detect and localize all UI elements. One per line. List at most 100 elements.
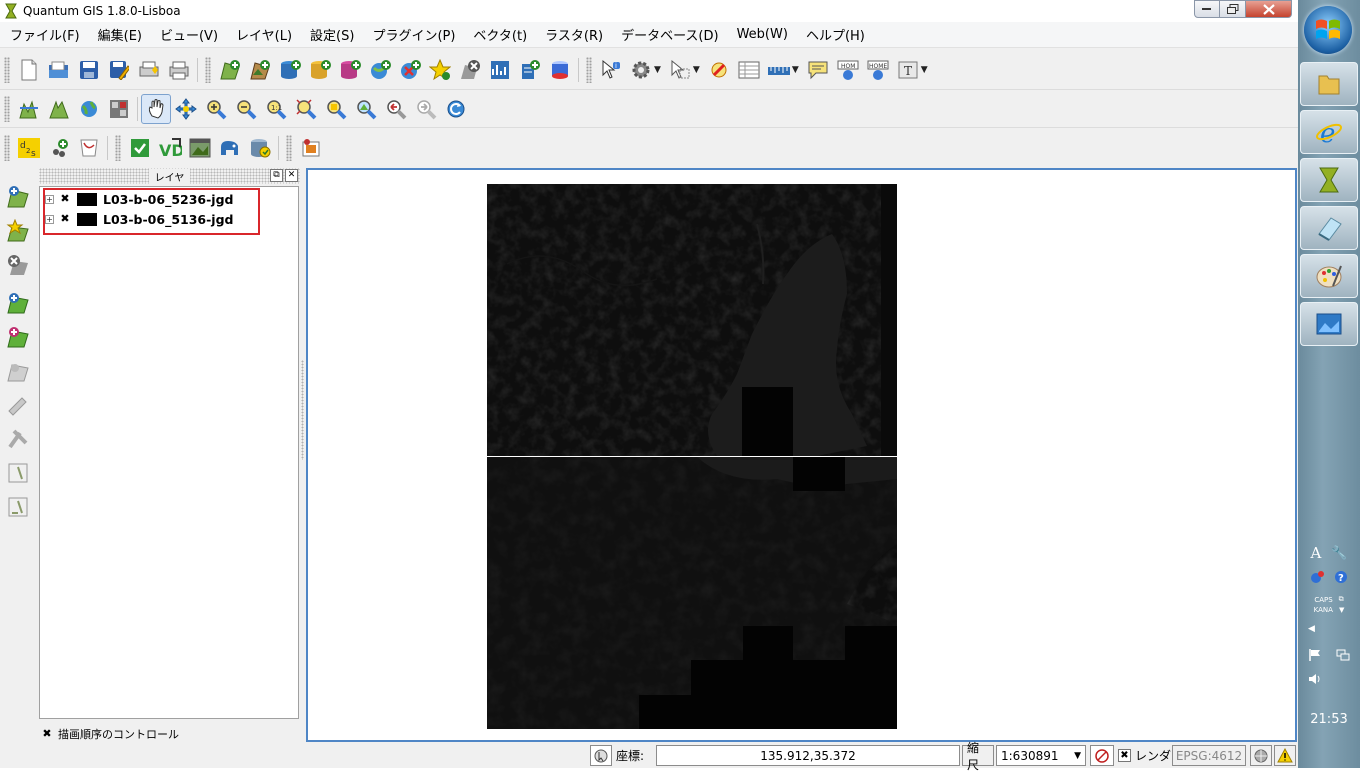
add-postgis-layer-icon[interactable]: [275, 55, 305, 85]
float-panel-button[interactable]: ⧉: [270, 169, 283, 182]
system-clock[interactable]: 21:53: [1298, 712, 1360, 727]
add-wms-layer-icon[interactable]: [365, 55, 395, 85]
menu-help[interactable]: ヘルプ(H): [796, 25, 873, 44]
menu-settings[interactable]: 設定(S): [300, 25, 362, 44]
wrench-icon[interactable]: 🔧: [1331, 546, 1347, 561]
new-bookmark-icon[interactable]: HOM: [833, 55, 863, 85]
draw-order-checkbox[interactable]: ✖: [41, 728, 53, 740]
pan-to-selection-icon[interactable]: [171, 94, 201, 124]
georeferencer-icon[interactable]: [74, 133, 104, 163]
add-gpx-layer-icon[interactable]: [485, 55, 515, 85]
zoom-in-icon[interactable]: [201, 94, 231, 124]
layer-list-disabled-icon[interactable]: [0, 456, 36, 490]
menu-plugins[interactable]: プラグイン(P): [362, 25, 463, 44]
draw-order-control[interactable]: ✖ 描画順序のコントロール: [41, 726, 179, 742]
menu-layer[interactable]: レイヤ(L): [226, 25, 300, 44]
tools-disabled-icon[interactable]: [0, 422, 36, 456]
remove-layer-icon[interactable]: [0, 248, 36, 282]
zoom-out-icon[interactable]: [231, 94, 261, 124]
coordinate-field[interactable]: 135.912,35.372: [656, 745, 960, 766]
add-spatialite-layer-icon[interactable]: [305, 55, 335, 85]
new-layer-star-icon[interactable]: [0, 214, 36, 248]
map-tips-icon[interactable]: [803, 55, 833, 85]
taskbar-paint[interactable]: [1300, 254, 1358, 298]
toolbar-grip[interactable]: [4, 135, 10, 161]
toolbar-grip[interactable]: [286, 135, 292, 161]
toggle-extents-button[interactable]: [590, 745, 612, 766]
new-print-composer-icon[interactable]: [134, 55, 164, 85]
zoom-to-layer-icon[interactable]: [351, 94, 381, 124]
layer-item[interactable]: + ✖ L03-b-06_5236-jgd: [45, 190, 234, 208]
add-wcs-layer-icon[interactable]: [395, 55, 425, 85]
vd-plugin-icon[interactable]: VD: [155, 133, 185, 163]
expand-icon[interactable]: +: [45, 194, 54, 204]
menu-raster[interactable]: ラスタ(R): [535, 25, 611, 44]
restore-icon[interactable]: ⧉: [1339, 595, 1344, 604]
show-hidden-icons-icon[interactable]: ◀: [1308, 624, 1315, 634]
chevron-down-icon[interactable]: ▼: [1339, 606, 1344, 614]
add-raster-layer-icon[interactable]: [0, 286, 36, 320]
expand-icon[interactable]: +: [45, 214, 54, 224]
print-icon[interactable]: [164, 55, 194, 85]
ime-indicator-icon[interactable]: [1310, 570, 1324, 587]
layer-name[interactable]: L03-b-06_5136-jgd: [103, 212, 234, 227]
text-annotation-icon[interactable]: T: [893, 55, 923, 85]
help-icon[interactable]: ?: [1334, 570, 1348, 587]
scale-combobox[interactable]: 1:630891 ▼: [996, 745, 1086, 766]
save-project-icon[interactable]: [74, 55, 104, 85]
select-features-icon[interactable]: [665, 55, 695, 85]
ime-mode-icon[interactable]: A: [1310, 544, 1321, 562]
start-button[interactable]: [1304, 6, 1352, 54]
zoom-actual-size-icon[interactable]: 1:1: [261, 94, 291, 124]
toolbar-grip[interactable]: [4, 95, 10, 122]
histogram-stretch-icon[interactable]: [14, 94, 44, 124]
import-vector-icon[interactable]: [125, 133, 155, 163]
edit-layer-disabled-icon[interactable]: [0, 388, 36, 422]
screenshot-plugin-icon[interactable]: [296, 133, 326, 163]
menu-vector[interactable]: ベクタ(t): [463, 25, 535, 44]
taskbar-photo-viewer[interactable]: [1300, 302, 1358, 346]
add-point-layer-icon[interactable]: [44, 133, 74, 163]
add-vector-layer-icon[interactable]: [215, 55, 245, 85]
close-button[interactable]: [1246, 0, 1292, 18]
new-shapefile-layer-icon[interactable]: [425, 55, 455, 85]
layer-visibility-checkbox[interactable]: ✖: [59, 193, 71, 205]
menu-web[interactable]: Web(W): [727, 27, 796, 42]
globe-icon[interactable]: [74, 94, 104, 124]
add-raster-layer-icon[interactable]: [245, 55, 275, 85]
menu-view[interactable]: ビュー(V): [150, 25, 226, 44]
taskbar-explorer[interactable]: [1300, 62, 1358, 106]
menu-edit[interactable]: 編集(E): [88, 25, 150, 44]
pan-map-icon[interactable]: [141, 93, 171, 124]
add-raster-layer-alt-icon[interactable]: [0, 320, 36, 354]
action-center-flag-icon[interactable]: [1308, 648, 1322, 665]
db-manager-icon[interactable]: [245, 133, 275, 163]
identify-features-icon[interactable]: i: [596, 55, 626, 85]
taskbar-qgis[interactable]: [1300, 158, 1358, 202]
run-feature-action-icon[interactable]: [626, 55, 656, 85]
raster-preview-icon[interactable]: [185, 133, 215, 163]
open-attribute-table-icon[interactable]: [734, 55, 764, 85]
menu-file[interactable]: ファイル(F): [0, 25, 88, 44]
raster-calculator-icon[interactable]: [104, 94, 134, 124]
zoom-full-icon[interactable]: [291, 94, 321, 124]
open-project-icon[interactable]: [44, 55, 74, 85]
map-canvas[interactable]: [306, 168, 1297, 742]
add-oracle-georaster-icon[interactable]: [545, 55, 575, 85]
taskbar-internet-explorer[interactable]: e: [1300, 110, 1358, 154]
panel-splitter[interactable]: [301, 360, 304, 460]
layer-item[interactable]: + ✖ L03-b-06_5136-jgd: [45, 210, 234, 228]
toolbar-grip[interactable]: [205, 56, 211, 83]
stop-rendering-icon[interactable]: [1090, 745, 1114, 766]
layer-tree[interactable]: + ✖ L03-b-06_5236-jgd + ✖ L03-b-06_5136-…: [39, 186, 299, 719]
crs-status[interactable]: EPSG:4612: [1172, 745, 1246, 766]
layers-panel-header[interactable]: レイヤ ⧉ ✕: [39, 168, 300, 184]
layer-name[interactable]: L03-b-06_5236-jgd: [103, 192, 234, 207]
add-mssql-layer-icon[interactable]: [335, 55, 365, 85]
render-toggle[interactable]: ✖ レンダ: [1118, 745, 1171, 766]
minimize-button[interactable]: [1194, 0, 1220, 18]
projection-icon[interactable]: [1250, 745, 1272, 766]
toolbar-grip[interactable]: [115, 135, 121, 161]
d2s-plugin-icon[interactable]: d2s: [14, 133, 44, 163]
taskbar-app-blue[interactable]: [1300, 206, 1358, 250]
